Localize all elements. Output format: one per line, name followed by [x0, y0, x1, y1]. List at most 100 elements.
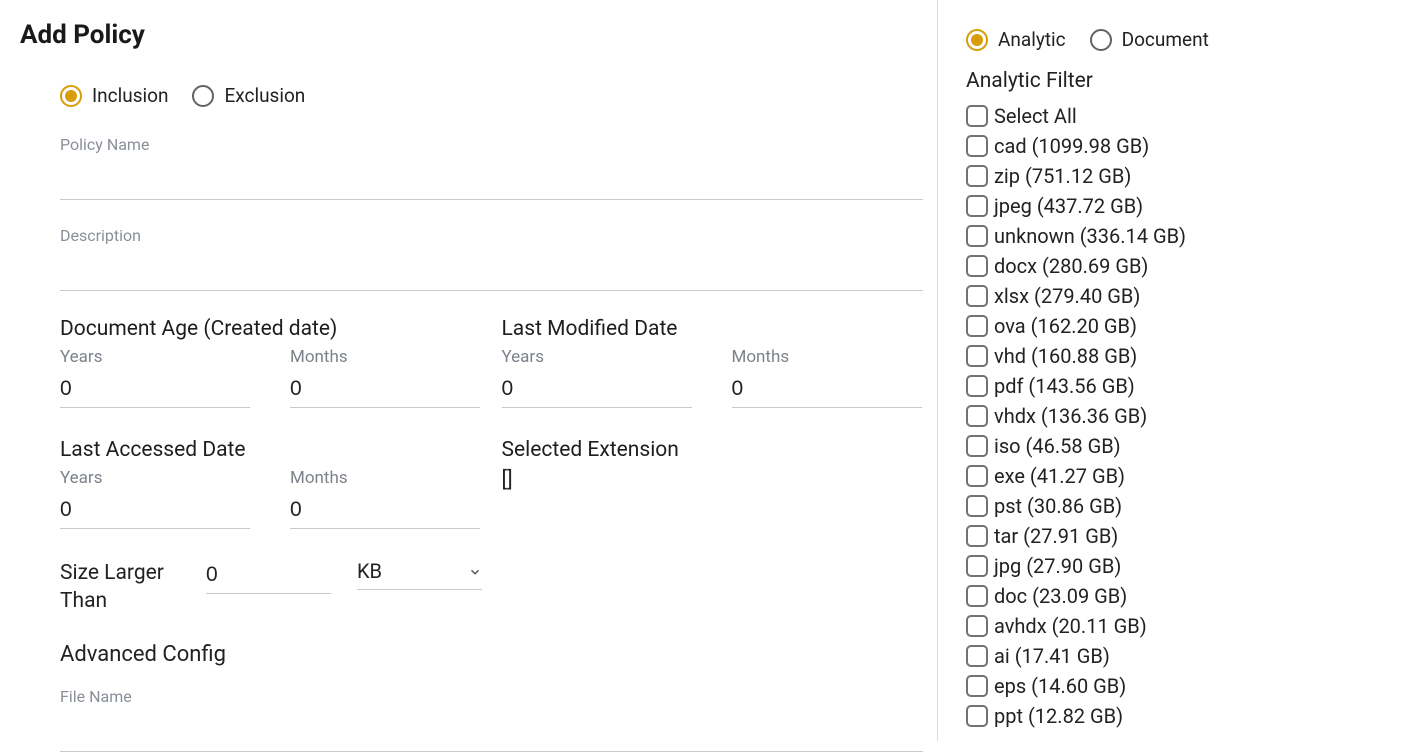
check-item-label: jpeg (437.72 GB): [994, 194, 1143, 218]
dates-row-2: Last Accessed Date Years Months Selected…: [60, 438, 923, 529]
checkbox-icon: [966, 435, 988, 457]
check-item-label: doc (23.09 GB): [994, 584, 1127, 608]
check-item-19[interactable]: eps (14.60 GB): [966, 671, 1386, 701]
doc-age-block: Document Age (Created date) Years Months: [60, 317, 482, 408]
checkbox-icon: [966, 585, 988, 607]
file-name-label: File Name: [60, 687, 923, 706]
filter-mode-radio-group: Analytic Document: [966, 28, 1392, 51]
radio-icon-selected: [966, 29, 988, 51]
checkbox-icon: [966, 315, 988, 337]
check-item-label: tar (27.91 GB): [994, 524, 1118, 548]
check-item-label: vhd (160.88 GB): [994, 344, 1137, 368]
check-item-14[interactable]: tar (27.91 GB): [966, 521, 1386, 551]
dates-row-1: Document Age (Created date) Years Months…: [60, 317, 923, 408]
description-label: Description: [60, 226, 923, 245]
radio-icon-selected: [60, 85, 82, 107]
check-item-2[interactable]: zip (751.12 GB): [966, 161, 1386, 191]
check-item-label: ova (162.20 GB): [994, 314, 1137, 338]
checkbox-icon: [966, 675, 988, 697]
last-accessed-months-label: Months: [290, 468, 480, 488]
radio-inclusion[interactable]: Inclusion: [60, 84, 168, 107]
check-item-label: iso (46.58 GB): [994, 434, 1121, 458]
checkbox-icon: [966, 465, 988, 487]
last-accessed-years-input[interactable]: [60, 494, 250, 529]
file-name-input[interactable]: [60, 712, 923, 752]
check-item-label: vhdx (136.36 GB): [994, 404, 1147, 428]
check-item-12[interactable]: exe (41.27 GB): [966, 461, 1386, 491]
check-item-6[interactable]: xlsx (279.40 GB): [966, 281, 1386, 311]
check-item-11[interactable]: iso (46.58 GB): [966, 431, 1386, 461]
doc-age-months-label: Months: [290, 347, 480, 367]
checkbox-icon: [966, 375, 988, 397]
size-unit-value: KB: [357, 559, 382, 583]
checkbox-icon: [966, 645, 988, 667]
radio-analytic[interactable]: Analytic: [966, 28, 1066, 51]
doc-age-heading: Document Age (Created date): [60, 317, 482, 341]
check-item-4[interactable]: unknown (336.14 GB): [966, 221, 1386, 251]
description-input[interactable]: [60, 251, 923, 291]
check-item-label: cad (1099.98 GB): [994, 134, 1149, 158]
doc-age-years-input[interactable]: [60, 373, 250, 408]
file-name-field: File Name: [60, 687, 923, 752]
checkbox-icon: [966, 105, 988, 127]
last-modified-months-label: Months: [732, 347, 922, 367]
check-item-20[interactable]: ppt (12.82 GB): [966, 701, 1386, 731]
description-field: Description: [60, 226, 923, 291]
check-item-5[interactable]: docx (280.69 GB): [966, 251, 1386, 281]
size-larger-than-row: Size Larger Than KB: [60, 559, 923, 616]
size-unit-select[interactable]: KB: [357, 559, 482, 590]
check-item-17[interactable]: avhdx (20.11 GB): [966, 611, 1386, 641]
check-item-0[interactable]: Select All: [966, 101, 1386, 131]
checkbox-icon: [966, 705, 988, 727]
check-item-15[interactable]: jpg (27.90 GB): [966, 551, 1386, 581]
check-item-7[interactable]: ova (162.20 GB): [966, 311, 1386, 341]
last-modified-months-input[interactable]: [732, 373, 922, 408]
extension-check-list[interactable]: Select All cad (1099.98 GB) zip (751.12 GB…: [966, 101, 1392, 731]
policy-name-input[interactable]: [60, 160, 923, 200]
checkbox-icon: [966, 615, 988, 637]
check-item-label: avhdx (20.11 GB): [994, 614, 1147, 638]
selected-extension-block: Selected Extension []: [502, 438, 924, 529]
checkbox-icon: [966, 495, 988, 517]
check-item-label: unknown (336.14 GB): [994, 224, 1186, 248]
check-item-label: Select All: [994, 104, 1077, 128]
size-larger-than-label: Size Larger Than: [60, 559, 180, 616]
last-modified-years-input[interactable]: [502, 373, 692, 408]
radio-document[interactable]: Document: [1090, 28, 1209, 51]
checkbox-icon: [966, 135, 988, 157]
checkbox-icon: [966, 405, 988, 427]
check-item-1[interactable]: cad (1099.98 GB): [966, 131, 1386, 161]
last-accessed-block: Last Accessed Date Years Months: [60, 438, 482, 529]
check-item-9[interactable]: pdf (143.56 GB): [966, 371, 1386, 401]
checkbox-icon: [966, 225, 988, 247]
size-value-input[interactable]: [206, 559, 331, 594]
check-item-18[interactable]: ai (17.41 GB): [966, 641, 1386, 671]
radio-document-label: Document: [1122, 28, 1209, 51]
check-item-label: ai (17.41 GB): [994, 644, 1110, 668]
last-modified-years-label: Years: [502, 347, 692, 367]
chevron-down-icon: [468, 564, 482, 578]
check-item-10[interactable]: vhdx (136.36 GB): [966, 401, 1386, 431]
checkbox-icon: [966, 255, 988, 277]
radio-exclusion[interactable]: Exclusion: [192, 84, 305, 107]
radio-inclusion-label: Inclusion: [92, 84, 168, 107]
policy-name-label: Policy Name: [60, 135, 923, 154]
right-panel: Analytic Document Analytic Filter Select…: [938, 0, 1404, 741]
last-accessed-heading: Last Accessed Date: [60, 438, 482, 462]
policy-name-field: Policy Name: [60, 135, 923, 200]
radio-analytic-label: Analytic: [998, 28, 1066, 51]
check-item-3[interactable]: jpeg (437.72 GB): [966, 191, 1386, 221]
check-item-16[interactable]: doc (23.09 GB): [966, 581, 1386, 611]
radio-icon-unselected: [1090, 29, 1112, 51]
selected-extension-value: []: [502, 468, 924, 492]
selected-extension-heading: Selected Extension: [502, 438, 924, 462]
checkbox-icon: [966, 525, 988, 547]
doc-age-months-input[interactable]: [290, 373, 480, 408]
left-panel: Add Policy Inclusion Exclusion Policy Na…: [0, 0, 938, 741]
last-accessed-months-input[interactable]: [290, 494, 480, 529]
analytic-filter-title: Analytic Filter: [966, 69, 1392, 93]
page-title: Add Policy: [20, 20, 937, 50]
check-item-13[interactable]: pst (30.86 GB): [966, 491, 1386, 521]
check-item-label: jpg (27.90 GB): [994, 554, 1121, 578]
check-item-8[interactable]: vhd (160.88 GB): [966, 341, 1386, 371]
